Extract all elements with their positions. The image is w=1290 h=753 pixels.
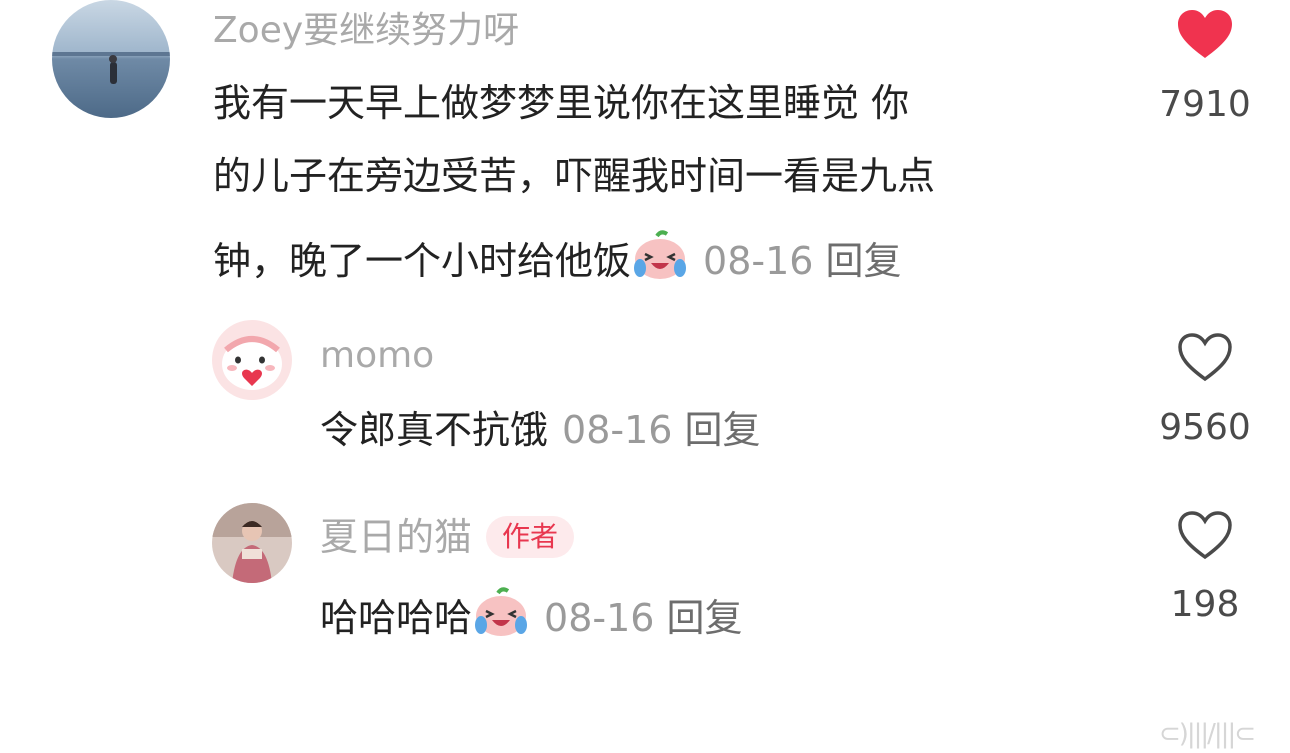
like-count: 9560 (1159, 407, 1251, 448)
heart-outline-icon (1178, 333, 1232, 382)
like-button[interactable]: 7910 (1150, 8, 1260, 123)
comment-date: 08-16 (562, 408, 673, 452)
like-button[interactable]: 198 (1150, 509, 1260, 623)
comment-text-content: 哈哈哈哈 (320, 596, 473, 640)
reply-button[interactable]: 回复 (684, 408, 760, 452)
comment-date: 08-16 (544, 596, 655, 640)
comment-text-line: 我有一天早上做梦梦里说你在这里睡觉 你 (213, 81, 910, 125)
username[interactable]: momo (320, 338, 434, 374)
comment-date: 08-16 (703, 239, 814, 283)
crying-laughing-peach-icon (631, 230, 689, 286)
reply-button[interactable]: 回复 (825, 239, 901, 283)
person-photo-avatar-icon (212, 503, 292, 583)
avatar[interactable] (52, 0, 170, 118)
comment-text-line: 钟，晚了一个小时给他饭 08-16 回复 (213, 230, 1113, 286)
username[interactable]: Zoey要继续努力呀 (213, 13, 519, 49)
comment-text-line: 钟，晚了一个小时给他饭 (213, 239, 632, 283)
username: 夏日的猫 作者 (320, 515, 575, 559)
pink-cartoon-avatar-icon (212, 320, 292, 400)
username-text[interactable]: 夏日的猫 (320, 515, 472, 559)
avatar[interactable] (212, 503, 292, 583)
heart-outline-icon (1178, 511, 1232, 560)
like-button[interactable]: 9560 (1150, 331, 1260, 446)
like-count: 198 (1170, 584, 1240, 625)
like-count: 7910 (1159, 84, 1251, 125)
comment-text: 哈哈哈哈 08-16 回复 (320, 587, 742, 643)
watermark: ⊂)|||/|||⊂ (1158, 719, 1256, 749)
heart-filled-icon (1178, 10, 1232, 58)
avatar[interactable] (212, 320, 292, 400)
reply-button[interactable]: 回复 (666, 596, 742, 640)
comment-text: 我有一天早上做梦梦里说你在这里睡觉 你 的儿子在旁边受苦，吓醒我时间一看是九点 … (213, 84, 1113, 286)
author-badge: 作者 (486, 516, 575, 558)
crying-laughing-peach-icon (472, 587, 530, 643)
comment-text-content: 令郎真不抗饿 (320, 408, 549, 452)
comment-text: 令郎真不抗饿 08-16 回复 (320, 411, 760, 449)
comment-text-line: 的儿子在旁边受苦，吓醒我时间一看是九点 (213, 154, 936, 198)
ocean-photo-avatar-icon (52, 0, 170, 118)
